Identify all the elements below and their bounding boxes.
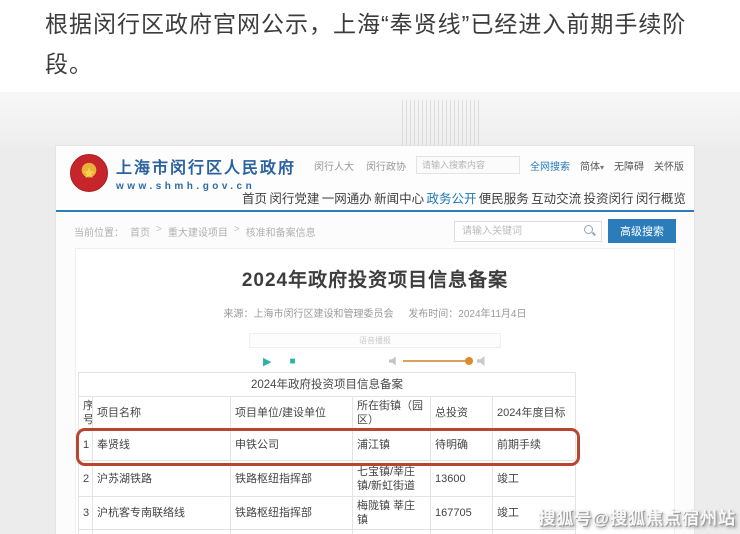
nav-item-便民服务[interactable]: 便民服务 xyxy=(479,188,529,207)
table-cell: 前期手续 xyxy=(493,430,576,461)
table-cell: 待明确 xyxy=(431,430,493,461)
top-link[interactable]: 闵行政协 xyxy=(366,158,406,173)
table-cell: 13600 xyxy=(431,461,493,497)
site-header: ★ 上海市闵行区人民政府 www.shmh.gov.cn 闵行人大闵行政协 全网… xyxy=(56,146,694,212)
table-cell: 申铁公司 xyxy=(231,430,353,461)
table-cell: 七宝镇/莘庄镇/新虹街道 xyxy=(353,461,431,497)
audio-title: 语音播报 xyxy=(249,333,501,348)
table-cell: 竣工 xyxy=(493,461,576,497)
nav-item-一网通办[interactable]: 一网通办 xyxy=(322,188,372,207)
nav-item-首页[interactable]: 首页 xyxy=(242,188,267,207)
nav-item-政务公开[interactable]: 政务公开 xyxy=(426,188,476,207)
column-header: 项目单位/建设单位 xyxy=(231,397,353,430)
screenshot-backdrop: ★ 上海市闵行区人民政府 www.shmh.gov.cn 闵行人大闵行政协 全网… xyxy=(0,92,740,534)
play-icon[interactable]: ▶ xyxy=(263,355,271,368)
breadcrumb-label: 当前位置： xyxy=(74,224,124,239)
volume-low-icon xyxy=(389,357,398,366)
table-cell: 铁路枢纽指挥部 xyxy=(231,461,353,497)
top-links: 闵行人大闵行政协 xyxy=(314,158,406,173)
table-cell: 沪苏湖铁路 xyxy=(93,461,231,497)
table-cell: 梅陇镇 莘庄镇 xyxy=(353,497,431,530)
column-header: 2024年度目标 xyxy=(493,397,576,430)
main-nav: 首页闵行党建一网通办新闻中心政务公开便民服务互动交流投资闵行闵行概览 xyxy=(242,188,686,207)
site-name: 上海市闵行区人民政府 xyxy=(116,154,296,178)
breadcrumb-separator: > xyxy=(234,224,240,239)
header-utility-row: 闵行人大闵行政协 全网搜索 简体▾ 无障碍 关怀版 xyxy=(314,156,684,174)
table-cell xyxy=(353,530,431,534)
national-emblem-logo: ★ xyxy=(70,154,108,192)
doc-publish-time: 发布时间：2024年11月4日 xyxy=(408,309,526,320)
table-cell xyxy=(79,530,93,534)
language-select[interactable]: 简体▾ xyxy=(580,158,604,173)
table-cell: 浦江镇 xyxy=(353,430,431,461)
doc-source: 来源：上海市闵行区建设和管理委员会 xyxy=(224,309,394,320)
breadcrumb-item[interactable]: 重大建设项目 xyxy=(168,224,228,239)
care-version-link[interactable]: 关怀版 xyxy=(654,158,684,173)
keyword-search-input[interactable] xyxy=(454,221,602,242)
advanced-search-button[interactable]: 高级搜索 xyxy=(608,219,676,243)
nav-item-投资闵行[interactable]: 投资闵行 xyxy=(584,188,634,207)
table-row-partial xyxy=(79,530,576,534)
volume-high-icon xyxy=(477,356,487,366)
table-caption: 2024年政府投资项目信息备案 xyxy=(79,373,576,397)
breadcrumb-item[interactable]: 核准和备案信息 xyxy=(246,224,316,239)
article-paragraph: 根据闵行区政府官网公示，上海“奉贤线”已经进入前期手续阶段。 xyxy=(45,4,717,84)
table-cell xyxy=(93,530,231,534)
nav-item-互动交流[interactable]: 互动交流 xyxy=(531,188,581,207)
breadcrumb-row: 当前位置： 首页 > 重大建设项目 > 核准和备案信息 高级搜索 xyxy=(56,214,694,248)
audio-player: 语音播报 ▶ ■ xyxy=(249,333,501,374)
top-link[interactable]: 闵行人大 xyxy=(314,158,354,173)
table-row: 2沪苏湖铁路铁路枢纽指挥部七宝镇/莘庄镇/新虹街道13600竣工 xyxy=(79,461,576,497)
doc-meta: 来源：上海市闵行区建设和管理委员会 发布时间：2024年11月4日 xyxy=(76,305,674,320)
table-cell: 2 xyxy=(79,461,93,497)
table-cell: 奉贤线 xyxy=(93,430,231,461)
page-title: 2024年政府投资项目信息备案 xyxy=(76,265,674,292)
gov-site-screenshot: ★ 上海市闵行区人民政府 www.shmh.gov.cn 闵行人大闵行政协 全网… xyxy=(55,145,695,534)
table-row: 1奉贤线申铁公司浦江镇待明确前期手续 xyxy=(79,430,576,461)
site-search-input[interactable] xyxy=(416,156,520,174)
table-cell: 沪杭客专南联络线 xyxy=(93,497,231,530)
table-cell xyxy=(231,530,353,534)
chevron-down-icon: ▾ xyxy=(600,163,604,172)
nav-item-新闻中心[interactable]: 新闻中心 xyxy=(374,188,424,207)
table-cell: 167705 xyxy=(431,497,493,530)
backdrop-light-band xyxy=(0,92,740,147)
nav-item-闵行党建[interactable]: 闵行党建 xyxy=(269,188,319,207)
volume-slider-thumb[interactable] xyxy=(465,357,473,365)
column-header: 项目名称 xyxy=(93,397,231,430)
table-cell: 铁路枢纽指挥部 xyxy=(231,497,353,530)
emblem-star-icon: ★ xyxy=(82,166,95,181)
article-content-panel: 2024年政府投资项目信息备案 来源：上海市闵行区建设和管理委员会 发布时间：2… xyxy=(75,248,675,534)
table-row: 3沪杭客专南联络线铁路枢纽指挥部梅陇镇 莘庄镇167705竣工 xyxy=(79,497,576,530)
table-cell xyxy=(493,530,576,534)
nav-item-闵行概览[interactable]: 闵行概览 xyxy=(636,188,686,207)
watermark: 搜狐号@搜狐焦点宿州站 xyxy=(538,504,736,529)
audio-controls: ▶ ■ xyxy=(249,348,501,374)
breadcrumb: 当前位置： 首页 > 重大建设项目 > 核准和备案信息 xyxy=(74,224,316,239)
column-header: 总投资 xyxy=(431,397,493,430)
page-root: 根据闵行区政府官网公示，上海“奉贤线”已经进入前期手续阶段。 ★ 上海市闵行区人… xyxy=(0,0,740,534)
site-search-button[interactable]: 全网搜索 xyxy=(530,158,570,173)
column-header: 所在街镇（园区） xyxy=(353,397,431,430)
breadcrumb-separator: > xyxy=(156,224,162,239)
volume-slider[interactable] xyxy=(403,360,469,362)
table-header-row: 序号项目名称项目单位/建设单位所在街镇（园区）总投资2024年度目标 xyxy=(79,397,576,430)
stop-icon[interactable]: ■ xyxy=(289,356,295,367)
keyword-search: 高级搜索 xyxy=(454,219,676,243)
breadcrumb-item[interactable]: 首页 xyxy=(130,224,150,239)
projects-table: 2024年政府投资项目信息备案序号项目名称项目单位/建设单位所在街镇（园区）总投… xyxy=(78,372,576,534)
accessibility-link[interactable]: 无障碍 xyxy=(614,158,644,173)
column-header: 序号 xyxy=(79,397,93,430)
table-cell xyxy=(431,530,493,534)
table-cell: 1 xyxy=(79,430,93,461)
table-cell: 3 xyxy=(79,497,93,530)
search-icon[interactable] xyxy=(584,225,596,237)
site-brand[interactable]: ★ 上海市闵行区人民政府 www.shmh.gov.cn xyxy=(70,154,296,192)
